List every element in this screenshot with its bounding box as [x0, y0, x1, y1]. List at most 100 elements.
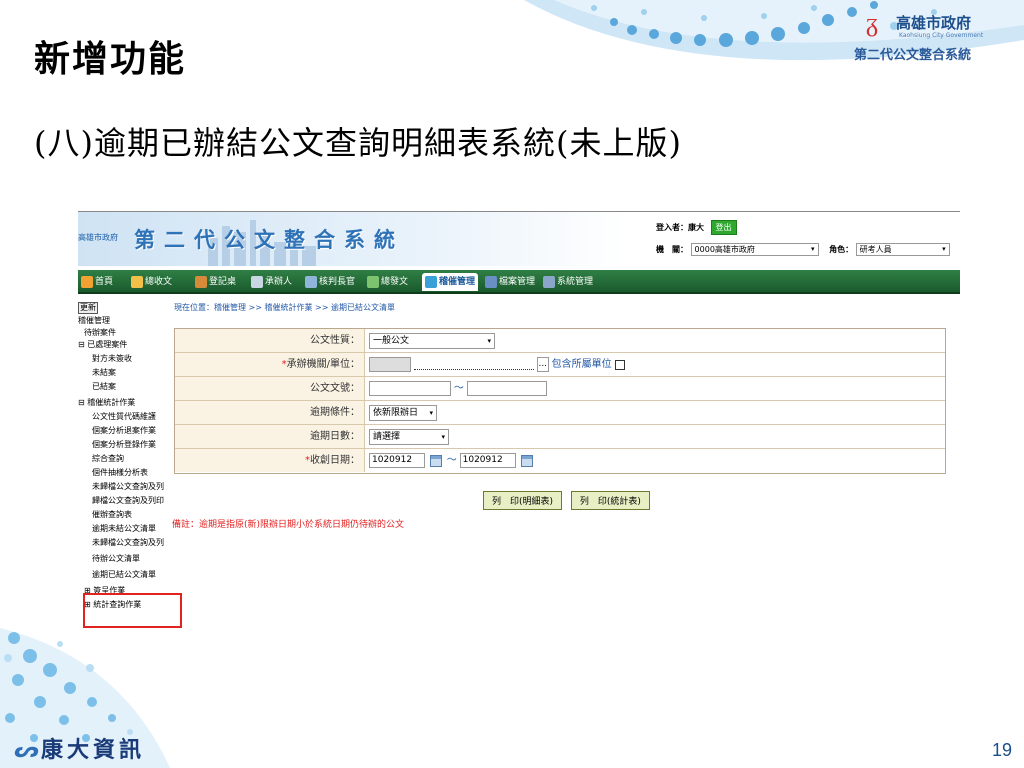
tree-item[interactable]: 個件抽樣分析表 — [92, 468, 148, 478]
gov-logo-name: 高雄市政府 — [896, 14, 972, 32]
nav-label: 系統管理 — [557, 277, 594, 287]
footer-logo-text: 康大資訊 — [41, 738, 146, 763]
tree-item[interactable]: 歸檔公文查詢及列印 — [92, 496, 164, 506]
chevron-down-icon: ▾ — [942, 245, 946, 253]
slide-title: 新增功能 — [34, 38, 187, 80]
range-separator: ～ — [453, 383, 464, 394]
desk-icon — [195, 275, 207, 288]
login-info: 登入者：康大 登出 — [656, 220, 737, 235]
nav-approver[interactable]: 核判長官 — [302, 273, 358, 291]
tree-item[interactable]: 逾期未結公文清單 — [92, 524, 156, 534]
recv-date-to-input[interactable]: 1020912 — [459, 453, 516, 468]
doc-no-label: 公文文號： — [175, 377, 365, 400]
nav-label: 登記桌 — [209, 277, 237, 287]
archive-icon — [485, 275, 497, 288]
calendar-icon[interactable] — [520, 454, 533, 467]
gov-logo-sub: Kaohsiung City Government — [899, 32, 984, 39]
dept-label: *承辦機關/單位： — [175, 353, 365, 376]
approve-icon — [305, 275, 317, 288]
overdue-cond-select[interactable]: 依新限辦日 ▾ — [369, 405, 437, 421]
tree-item[interactable]: 對方未簽收 — [92, 354, 132, 364]
doc-type-label: 公文性質： — [175, 329, 365, 352]
nav-label: 核判長官 — [319, 277, 356, 287]
remark-note: 備註：逾期是指原(新)限辦日期小於系統日期仍待辦的公文 — [172, 520, 405, 530]
nav-label: 承辦人 — [265, 277, 293, 287]
tree-item[interactable]: 待辦公文清單 — [92, 554, 140, 564]
overdue-cond-value: 依新限辦日 — [373, 408, 419, 418]
tree-item[interactable]: 稽催管理 — [78, 316, 110, 326]
print-buttons: 列 印(明細表) 列 印(統計表) — [483, 491, 656, 510]
nav-archive[interactable]: 檔案管理 — [482, 273, 538, 291]
inbox-icon — [131, 275, 143, 288]
nav-outbox[interactable]: 總發文 — [364, 273, 411, 291]
app-screenshot: 高雄市政府 第二代公文整合系統 登入者：康大 登出 機 關： 0000高雄市政府… — [78, 211, 960, 639]
gov-emblem-icon: ᵹ — [866, 8, 879, 38]
tree-item[interactable]: ⊟ 稽催統計作業 — [78, 398, 135, 408]
nav-label: 檔案管理 — [499, 277, 536, 287]
doc-type-select[interactable]: 一般公文 ▾ — [369, 333, 495, 349]
app-title: 第二代公文整合系統 — [134, 227, 404, 252]
nav-label: 總發文 — [381, 277, 409, 287]
chevron-down-icon: ▾ — [487, 337, 491, 345]
nav-inbox[interactable]: 總收文 — [128, 273, 175, 291]
tree-item[interactable]: 未結案 — [92, 368, 116, 378]
calendar-icon[interactable] — [429, 454, 442, 467]
overdue-days-select[interactable]: 請選擇 ▾ — [369, 429, 449, 445]
form-row-doc-type: 公文性質： 一般公文 ▾ — [175, 329, 945, 353]
overdue-days-value: 請選擇 — [373, 432, 401, 442]
print-detail-button[interactable]: 列 印(明細表) — [483, 491, 563, 510]
doc-type-value: 一般公文 — [373, 336, 410, 346]
settings-icon — [543, 275, 555, 288]
nav-home[interactable]: 首頁 — [78, 273, 116, 291]
nav-label: 稽催管理 — [439, 277, 476, 287]
monitor-icon — [425, 275, 437, 288]
refresh-button[interactable]: 更新 — [78, 302, 98, 314]
org-select[interactable]: 0000高雄市政府 ▾ — [690, 243, 819, 256]
tree-item[interactable]: 待辦案件 — [84, 328, 116, 338]
person-icon — [251, 275, 263, 288]
dept-name-display — [413, 360, 534, 370]
tree-item[interactable]: 個案分析退案作業 — [92, 426, 156, 436]
nav-desk[interactable]: 登記桌 — [192, 273, 239, 291]
doc-no-to-input[interactable] — [466, 381, 547, 396]
org-select-value: 0000高雄市政府 — [694, 245, 755, 254]
tree-item[interactable]: 已結案 — [92, 382, 116, 392]
doc-no-from-input[interactable] — [369, 381, 451, 396]
tree-item[interactable]: 催辦查詢表 — [92, 510, 132, 520]
form-row-recv-date: *收創日期： 1020912 ～ 1020912 — [175, 449, 945, 473]
tree-item[interactable]: 公文性質代碼維護 — [92, 412, 156, 422]
breadcrumb: 現在位置：稽催管理 >> 稽催統計作業 >> 逾期已結公文清單 — [174, 303, 395, 312]
dept-browse-button[interactable]: ... — [536, 357, 549, 372]
nav-label: 首頁 — [95, 277, 114, 287]
dept-label-text: 承辦機關/單位： — [286, 359, 360, 370]
tree-item[interactable]: 個案分析登錄作業 — [92, 440, 156, 450]
overdue-cond-label: 逾期條件： — [175, 401, 365, 424]
dept-code-input[interactable] — [369, 357, 411, 372]
page-number: 19 — [991, 740, 1012, 760]
app-logo-small: 高雄市政府 — [78, 233, 118, 242]
logout-button[interactable]: 登出 — [710, 220, 737, 235]
tree-item[interactable]: 未歸檔公文查詢及列 — [92, 538, 164, 548]
recv-date-from-input[interactable]: 1020912 — [369, 453, 425, 468]
form-row-overdue-cond: 逾期條件： 依新限辦日 ▾ — [175, 401, 945, 425]
tree-item[interactable]: ⊟ 已處理案件 — [78, 340, 127, 350]
tree-item[interactable]: 未歸檔公文查詢及列 — [92, 482, 164, 492]
include-sub-checkbox[interactable] — [614, 359, 625, 370]
role-select-value: 研考人員 — [859, 245, 892, 254]
slide-subtitle: (八)逾期已辦結公文查詢明細表系統(未上版) — [34, 124, 682, 162]
role-select[interactable]: 研考人員 ▾ — [855, 243, 950, 256]
tree-item[interactable]: 綜合查詢 — [92, 454, 124, 464]
print-stats-button[interactable]: 列 印(統計表) — [570, 491, 650, 510]
nav-monitor[interactable]: 稽催管理 — [422, 273, 479, 291]
nav-label: 總收文 — [145, 277, 173, 287]
tree-item-selected[interactable]: 逾期已結公文清單 — [92, 570, 156, 580]
main-nav: 首頁 總收文 登記桌 承辦人 核判長官 總發文 稽催管理 檔案管理 系統管理 — [78, 270, 960, 294]
nav-handler[interactable]: 承辦人 — [248, 273, 295, 291]
gov-logo-system: 第二代公文整合系統 — [854, 48, 972, 63]
outbox-icon — [367, 275, 379, 288]
footer-logo: ᔕ康大資訊 — [14, 732, 145, 764]
org-role-row: 機 關： 0000高雄市政府 ▾ 角色： 研考人員 ▾ — [656, 243, 950, 256]
kaohsiung-gov-logo: ᵹ 高雄市政府 Kaohsiung City Government 第二代公文整… — [854, 6, 1006, 63]
nav-system[interactable]: 系統管理 — [540, 273, 596, 291]
form-row-overdue-days: 逾期日數： 請選擇 ▾ — [175, 425, 945, 449]
